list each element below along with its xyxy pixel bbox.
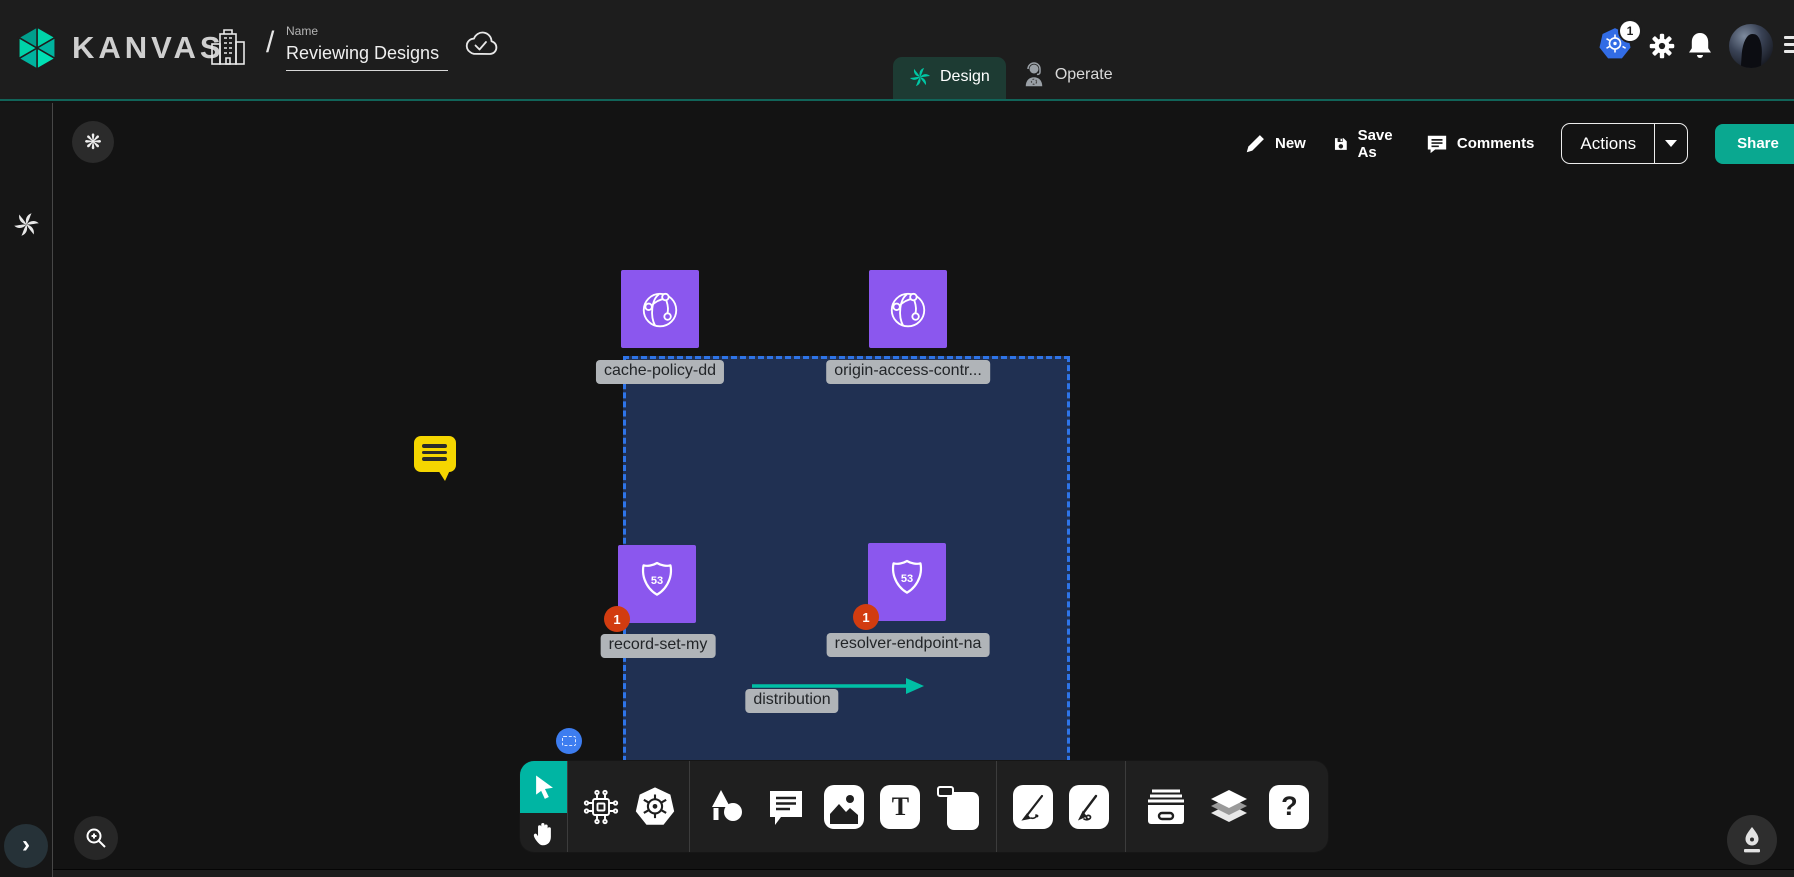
- share-label[interactable]: Share: [1715, 124, 1794, 164]
- tool-text[interactable]: T: [880, 785, 920, 829]
- tab-design[interactable]: Design: [893, 57, 1006, 99]
- marquee-icon: [562, 736, 576, 746]
- canvas-comment-marker[interactable]: [414, 436, 456, 472]
- frame-icon: [937, 784, 979, 830]
- node-cache-policy[interactable]: [621, 270, 699, 348]
- brand-logo[interactable]: KANVAS: [14, 24, 225, 72]
- tool-pencil[interactable]: [1069, 785, 1109, 829]
- cloudfront-globe-icon: [634, 283, 686, 335]
- bottom-toolbar: T: [520, 761, 1328, 852]
- image-icon: [824, 785, 864, 829]
- group-selection-handle[interactable]: [556, 728, 582, 754]
- magnifier-plus-icon: [84, 826, 108, 850]
- route53-shield-icon: 53: [629, 556, 685, 612]
- brand-name: KANVAS: [72, 30, 225, 66]
- tool-shapes[interactable]: [706, 786, 748, 828]
- route53-shield-icon: 53: [879, 554, 935, 610]
- left-sidebar: [0, 103, 53, 877]
- text-tool-icon: T: [880, 785, 920, 829]
- node-count-badge: 1: [853, 604, 879, 630]
- tool-comment[interactable]: [765, 787, 807, 827]
- header-bar: KANVAS / Name Design: [0, 0, 1794, 101]
- comment-bubble-icon: [1426, 133, 1448, 155]
- flower-icon: ❋: [84, 130, 102, 155]
- kanvas-hexagon-icon: [14, 24, 60, 72]
- component-circuit-icon: [581, 787, 621, 827]
- overflow-menu-icon[interactable]: [1784, 36, 1794, 57]
- tool-pointer[interactable]: [520, 761, 567, 813]
- tab-design-label: Design: [940, 68, 990, 86]
- svg-text:53: 53: [901, 573, 913, 585]
- chevron-down-icon: [1665, 140, 1677, 147]
- share-button[interactable]: Share: [1715, 124, 1794, 164]
- pencil-sketch-icon: [1069, 785, 1109, 829]
- annotate-pen-button[interactable]: [1727, 815, 1777, 865]
- new-button[interactable]: New: [1245, 133, 1306, 154]
- svg-text:53: 53: [651, 575, 663, 587]
- node-record-set[interactable]: 53: [618, 545, 696, 623]
- node-origin-access-control[interactable]: [869, 270, 947, 348]
- help-icon: ?: [1269, 785, 1309, 829]
- breadcrumb-separator: /: [266, 26, 274, 60]
- tool-pen[interactable]: [1013, 785, 1053, 829]
- bottom-edge-strip: [0, 869, 1794, 877]
- node-label: origin-access-contr...: [826, 360, 990, 384]
- tool-layers[interactable]: [1207, 786, 1251, 828]
- tab-operate[interactable]: Operate: [1006, 53, 1129, 99]
- tab-operate-label: Operate: [1055, 66, 1113, 84]
- mode-tabs: Design Operate: [893, 53, 1129, 99]
- design-name-block: Name: [286, 24, 448, 71]
- node-resolver-endpoint[interactable]: 53: [868, 543, 946, 621]
- kubernetes-count-badge: 1: [1620, 21, 1640, 41]
- comments-button[interactable]: Comments: [1426, 133, 1535, 155]
- node-label: cache-policy-dd: [596, 360, 724, 384]
- settings-gear-icon[interactable]: [1648, 32, 1676, 60]
- sidebar-expand-button[interactable]: ›: [4, 824, 48, 868]
- cloudfront-globe-icon: [882, 283, 934, 335]
- pen-path-icon: [1013, 785, 1053, 829]
- layers-icon: [1207, 786, 1251, 828]
- new-label: New: [1275, 135, 1306, 152]
- tool-image[interactable]: [824, 785, 864, 829]
- group-label: distribution: [745, 689, 838, 713]
- pencil-new-icon: [1245, 133, 1266, 154]
- tool-frame[interactable]: [937, 784, 979, 830]
- organization-icon[interactable]: [210, 28, 246, 68]
- canvas-widgets-button[interactable]: ❋: [72, 121, 114, 163]
- save-floppy-icon: [1333, 133, 1349, 155]
- user-avatar[interactable]: [1729, 24, 1773, 68]
- save-as-button[interactable]: Save As: [1333, 127, 1399, 161]
- tool-pan-hand[interactable]: [520, 813, 567, 852]
- kanvas-app: KANVAS / Name Design: [0, 0, 1794, 877]
- name-field-label: Name: [286, 24, 448, 38]
- cursor-arrow-icon: [530, 773, 556, 801]
- comment-tool-icon: [765, 787, 807, 827]
- cloud-saved-icon: [462, 30, 498, 60]
- save-as-label: Save As: [1358, 127, 1399, 161]
- node-label: record-set-my: [601, 634, 716, 658]
- tool-catalog-drawer[interactable]: [1144, 787, 1188, 827]
- zoom-in-button[interactable]: [74, 816, 118, 860]
- operate-headset-icon: [1022, 62, 1046, 88]
- hand-icon: [530, 820, 556, 846]
- design-name-input[interactable]: [286, 41, 448, 71]
- actions-dropdown-button[interactable]: Actions: [1561, 123, 1688, 164]
- tool-help[interactable]: ?: [1269, 785, 1309, 829]
- shapes-icon: [706, 786, 748, 828]
- design-spiral-icon: [909, 66, 931, 88]
- pen-nib-icon: [1740, 826, 1764, 854]
- tool-mesh-components[interactable]: [581, 787, 621, 827]
- kubernetes-helm-icon: [634, 786, 676, 828]
- drawer-archive-icon: [1144, 787, 1188, 827]
- meshery-spiral-icon[interactable]: [13, 211, 40, 238]
- canvas-actions-bar: New Save As Comments Actions Share: [1245, 123, 1794, 164]
- node-count-badge: 1: [604, 606, 630, 632]
- node-label: resolver-endpoint-na: [827, 633, 990, 657]
- comments-label: Comments: [1457, 135, 1535, 152]
- actions-caret[interactable]: [1654, 124, 1687, 163]
- tool-kubernetes[interactable]: [634, 786, 676, 828]
- notifications-bell-icon[interactable]: [1687, 31, 1713, 61]
- actions-label[interactable]: Actions: [1562, 124, 1654, 163]
